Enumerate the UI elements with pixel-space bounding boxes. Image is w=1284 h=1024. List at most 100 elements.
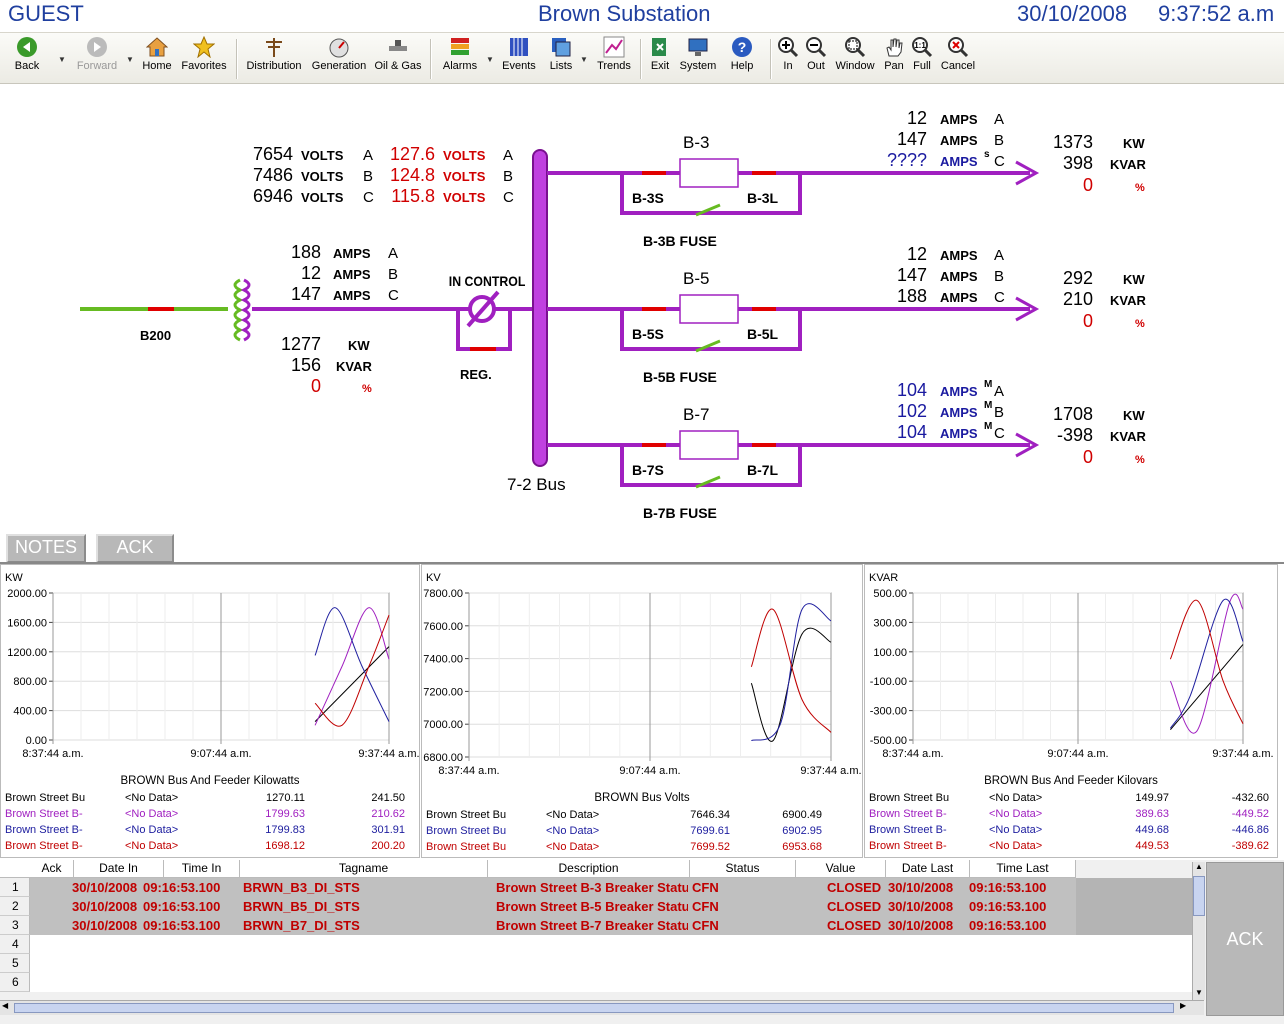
column-header-time-last[interactable]: Time Last xyxy=(970,860,1076,878)
empty-alarm-row[interactable] xyxy=(30,935,1192,954)
lists-button[interactable]: Lists xyxy=(546,35,576,81)
empty-alarm-row[interactable] xyxy=(30,973,1192,992)
legend-nodata: <No Data> xyxy=(125,792,179,804)
row-number[interactable]: 2 xyxy=(0,897,30,916)
alarm-cell-date-last: 30/10/2008 xyxy=(888,880,954,895)
trend-chart[interactable]: KV 7800.00 7600.00 7400.00 7200.00 7000.00 680… xyxy=(422,565,862,795)
exit-button[interactable]: Exit xyxy=(648,35,672,81)
trend-panel-kvar[interactable]: KVAR 500.00 300.00 100.00 -100.00 -300.00 -500… xyxy=(864,564,1278,858)
alarms-button[interactable]: Alarms xyxy=(442,35,478,81)
row-number[interactable]: 5 xyxy=(0,954,30,973)
zoom-in-button[interactable]: In xyxy=(778,35,799,81)
scroll-thumb[interactable] xyxy=(1193,876,1205,916)
back-button[interactable]: Back xyxy=(12,35,42,81)
legend-v1: 389.63 xyxy=(1135,808,1169,820)
column-header-tagname[interactable]: Tagname xyxy=(240,860,488,878)
legend-row[interactable]: Brown Street B- <No Data> 1799.83 301.91 xyxy=(5,823,415,838)
scroll-right-icon[interactable]: ▶ xyxy=(1180,1001,1186,1010)
column-header-description[interactable]: Description xyxy=(488,860,690,878)
alarm-row[interactable]: 30/10/2008 09:16:53.100 BRWN_B7_DI_STS Brow… xyxy=(30,916,1076,936)
trend-panel-kw[interactable]: KW 2000.00 1600.00 1200.00 800.00 400.00 0.00 8… xyxy=(0,564,420,858)
feeder-breaker-box[interactable] xyxy=(679,294,739,324)
home-button[interactable]: Home xyxy=(140,35,174,81)
alarm-row[interactable]: 30/10/2008 09:16:53.100 BRWN_B3_DI_STS Brow… xyxy=(30,878,1076,898)
zoom-out-button[interactable]: Out xyxy=(804,35,828,81)
zoom-full-button[interactable]: 1:1 Full xyxy=(910,35,934,81)
scroll-down-icon[interactable]: ▼ xyxy=(1193,988,1205,1000)
back-dropdown-icon[interactable]: ▼ xyxy=(58,55,66,64)
feeder-b-3: B-3 B-3S B-3L B-3B FUSE 12 AMPS A 147 AMPS B???? A… xyxy=(547,108,1146,249)
alarm-cell-status: CFN xyxy=(692,918,719,933)
events-button[interactable]: Events xyxy=(500,35,538,81)
alarm-cell-time-in: 09:16:53.100 xyxy=(143,899,221,914)
feeder-breaker-box[interactable] xyxy=(679,158,739,188)
feeder-breaker-box[interactable] xyxy=(679,430,739,460)
time-label: 9:37:52 a.m xyxy=(1158,1,1275,26)
feeder-kvar-unit: KVAR xyxy=(1110,293,1146,308)
hscroll-thumb[interactable] xyxy=(14,1003,1174,1013)
ack-button[interactable]: ACK xyxy=(96,534,174,563)
column-header-ack[interactable]: Ack xyxy=(30,860,74,878)
system-button[interactable]: System xyxy=(678,35,718,81)
pan-button[interactable]: Pan xyxy=(882,35,906,81)
feeder-pct-unit: % xyxy=(1135,318,1145,330)
alarms-dropdown-icon[interactable]: ▼ xyxy=(486,55,494,64)
feeder-amps-unit: AMPS xyxy=(940,426,978,441)
alarm-row[interactable]: 30/10/2008 09:16:53.100 BRWN_B5_DI_STS Brow… xyxy=(30,897,1076,917)
legend-row[interactable]: Brown Street Bu <No Data> 1270.11 241.50 xyxy=(5,791,415,806)
forward-button[interactable]: Forward xyxy=(74,35,120,81)
chart-title: BROWN Bus And Feeder Kilovars xyxy=(984,775,1158,787)
column-header-value[interactable]: Value xyxy=(796,860,886,878)
legend-row[interactable]: Brown Street Bu <No Data> 7646.34 6900.49 xyxy=(426,808,858,823)
bus-label: 7-2 Bus xyxy=(507,475,566,494)
legend-v2: -389.62 xyxy=(1231,840,1269,852)
column-header-time-in[interactable]: Time In xyxy=(164,860,240,878)
main-bus[interactable] xyxy=(532,149,548,467)
breaker-l-label: B-5L xyxy=(747,326,779,342)
column-header-date-in[interactable]: Date In xyxy=(74,860,164,878)
zoom-window-button[interactable]: Window xyxy=(834,35,876,81)
row-number[interactable]: 4 xyxy=(0,935,30,954)
legend-row[interactable]: Brown Street B- <No Data> 449.68 -446.86 xyxy=(869,823,1273,838)
scroll-up-icon[interactable]: ▲ xyxy=(1193,862,1205,874)
scroll-left-icon[interactable]: ◀ xyxy=(2,1001,8,1010)
exit-label: Exit xyxy=(650,60,670,72)
legend-row[interactable]: Brown Street B- <No Data> 1799.63 210.62 xyxy=(5,807,415,822)
help-button[interactable]: ? Help xyxy=(728,35,756,81)
oil-gas-button[interactable]: Oil & Gas xyxy=(374,35,422,81)
trend-chart[interactable]: KVAR 500.00 300.00 100.00 -100.00 -300.00 -500… xyxy=(865,565,1277,795)
legend-row[interactable]: Brown Street B- <No Data> 389.63 -449.52 xyxy=(869,807,1273,822)
incoming-volts-phase: A xyxy=(363,147,373,164)
ack-all-button[interactable]: ACK xyxy=(1206,862,1284,1016)
transformer-icon xyxy=(233,278,251,342)
legend-row[interactable]: Brown Street Bu <No Data> 7699.52 6953.68 xyxy=(426,840,858,855)
zoom-cancel-button[interactable]: Cancel xyxy=(940,35,976,81)
incoming-kw-unit: KW xyxy=(348,338,370,353)
alarms-label: Alarms xyxy=(442,60,478,72)
legend-row[interactable]: Brown Street B- <No Data> 449.53 -389.62 xyxy=(869,839,1273,854)
y-tick-label: 7400.00 xyxy=(423,654,463,666)
trends-label: Trends xyxy=(597,60,631,72)
row-number[interactable]: 3 xyxy=(0,916,30,935)
row-number[interactable]: 6 xyxy=(0,973,30,992)
forward-dropdown-icon[interactable]: ▼ xyxy=(126,55,134,64)
legend-row[interactable]: Brown Street B- <No Data> 1698.12 200.20 xyxy=(5,839,415,854)
favorites-button[interactable]: Favorites xyxy=(180,35,228,81)
legend-row[interactable]: Brown Street Bu <No Data> 149.97 -432.60 xyxy=(869,791,1273,806)
notes-button[interactable]: NOTES xyxy=(6,534,86,563)
alarm-horizontal-scrollbar[interactable]: ◀ ▶ xyxy=(0,1000,1204,1015)
trend-chart[interactable]: KW 2000.00 1600.00 1200.00 800.00 400.00 0.008… xyxy=(1,565,419,795)
alarm-vertical-scrollbar[interactable]: ▲ ▼ xyxy=(1192,862,1205,1000)
generation-button[interactable]: Generation xyxy=(310,35,368,81)
column-header-status[interactable]: Status xyxy=(690,860,796,878)
distribution-button[interactable]: Distribution xyxy=(246,35,302,81)
legend-row[interactable]: Brown Street Bu <No Data> 7699.61 6902.95 xyxy=(426,824,858,839)
lists-dropdown-icon[interactable]: ▼ xyxy=(580,55,588,64)
row-number[interactable]: 1 xyxy=(0,878,30,897)
trends-button[interactable]: Trends xyxy=(596,35,632,81)
empty-alarm-row[interactable] xyxy=(30,954,1192,973)
column-header-date-last[interactable]: Date Last xyxy=(886,860,970,878)
feeder-amps-unit: AMPS xyxy=(940,290,978,305)
feeder-amps-phase: B xyxy=(994,404,1004,421)
trend-panel-kv[interactable]: KV 7800.00 7600.00 7400.00 7200.00 7000.00 680… xyxy=(421,564,863,858)
